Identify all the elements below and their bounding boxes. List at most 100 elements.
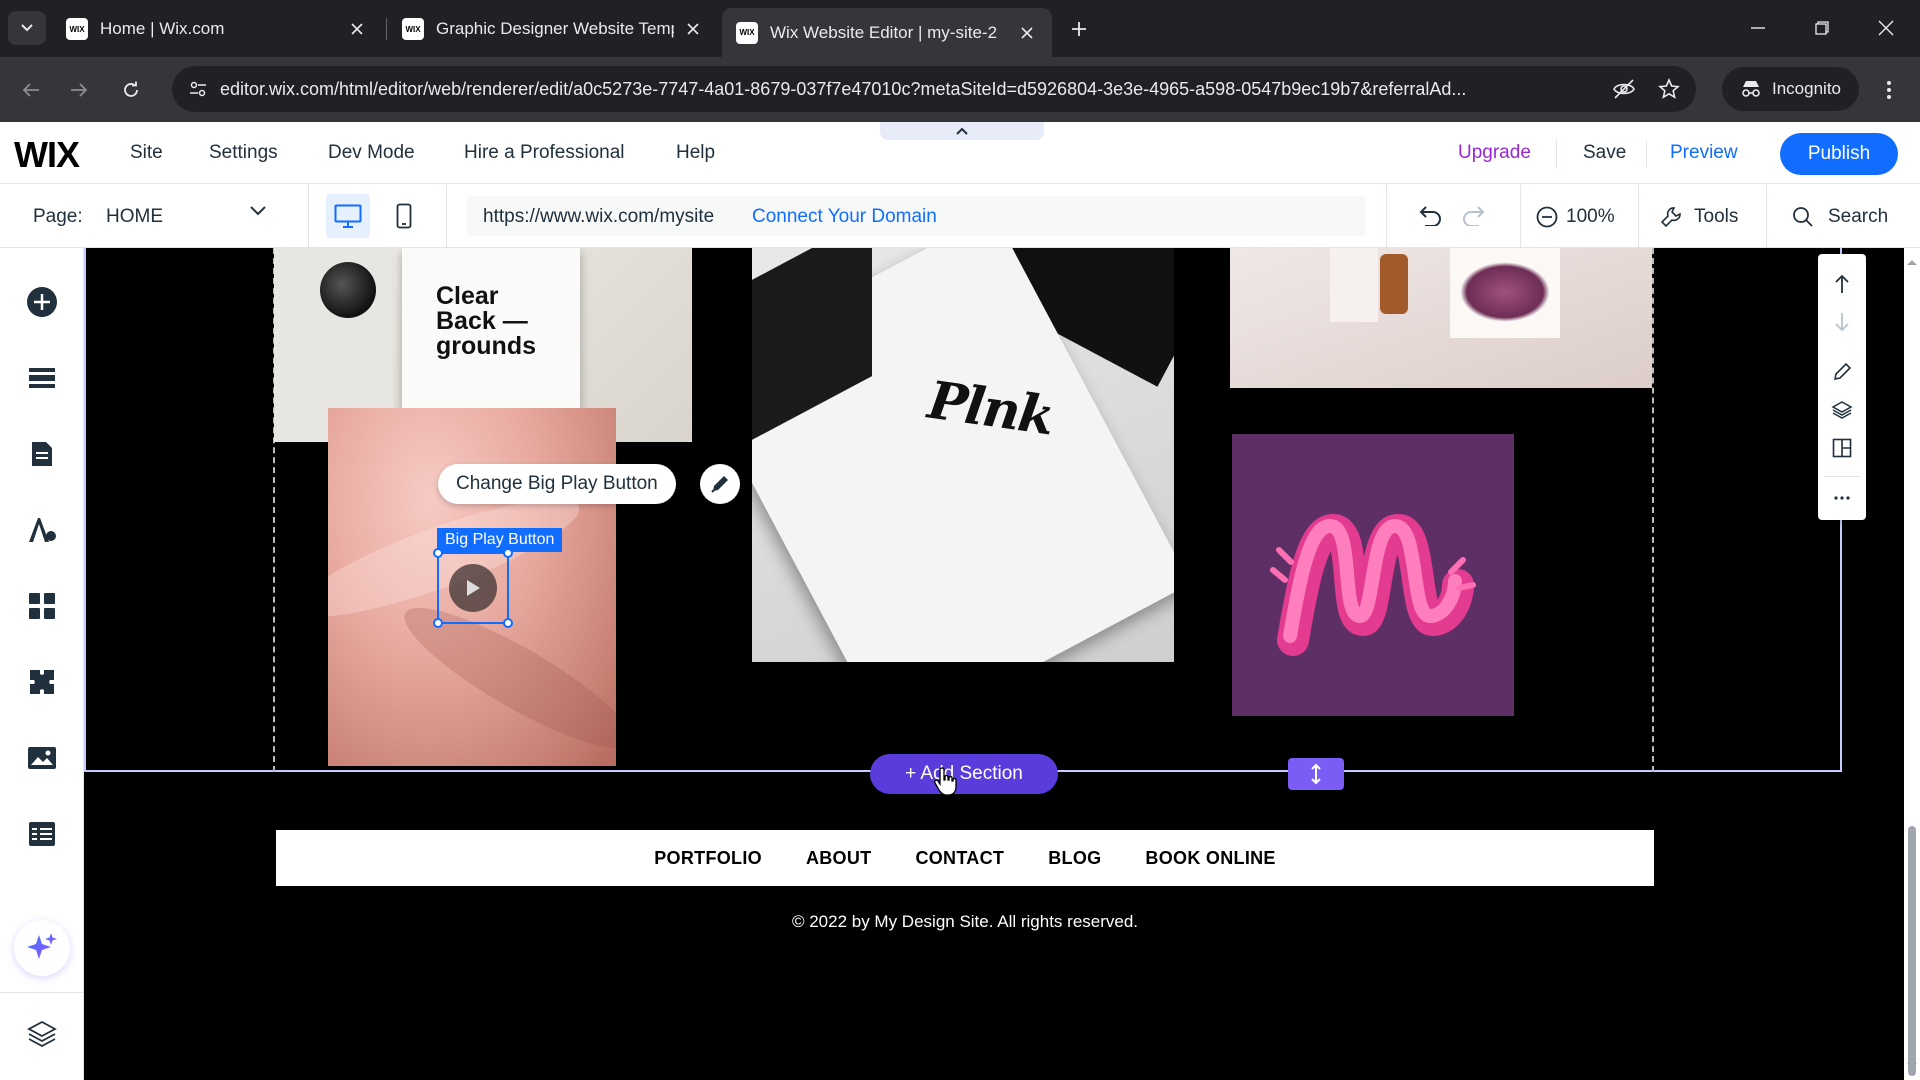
preview-button[interactable]: Preview — [1670, 142, 1738, 164]
gallery-image-m-logo[interactable] — [1232, 434, 1514, 716]
apps-grid-icon — [29, 593, 55, 619]
move-up-button[interactable] — [1826, 268, 1858, 300]
business-apps-button[interactable] — [20, 660, 64, 704]
eye-off-icon[interactable] — [1612, 78, 1636, 100]
pencil-icon — [1833, 362, 1852, 381]
resize-handle[interactable] — [433, 618, 443, 628]
upgrade-link[interactable]: Upgrade — [1458, 142, 1531, 164]
resize-handle[interactable] — [503, 548, 513, 558]
publish-button[interactable]: Publish — [1780, 133, 1898, 175]
omnibox[interactable]: editor.wix.com/html/editor/web/renderer/… — [172, 66, 1696, 112]
chevron-down-icon[interactable] — [250, 206, 266, 216]
tab-title: Home | Wix.com — [100, 19, 225, 38]
tools-label: Tools — [1694, 206, 1739, 227]
browser-tab-home[interactable]: WIX Home | Wix.com — [52, 8, 382, 50]
incognito-indicator[interactable]: Incognito — [1722, 67, 1859, 111]
layers-button[interactable] — [20, 1012, 64, 1056]
browser-menu-button[interactable] — [1872, 73, 1906, 107]
tab-title: Wix Website Editor | my-site-2 — [770, 22, 998, 42]
footer-link-blog[interactable]: BLOG — [1048, 848, 1101, 869]
edit-section-button[interactable] — [1826, 356, 1858, 388]
divider — [1556, 140, 1557, 168]
big-play-button-selection[interactable] — [433, 548, 513, 628]
play-icon[interactable] — [449, 564, 497, 612]
undo-icon[interactable] — [1416, 204, 1442, 226]
zoom-control[interactable]: 100% — [1536, 206, 1615, 228]
design-pen-button[interactable] — [700, 464, 740, 504]
image-icon — [28, 747, 56, 769]
desktop-view-button[interactable] — [326, 194, 370, 238]
footer-link-book-online[interactable]: BOOK ONLINE — [1145, 848, 1275, 869]
editor-canvas[interactable]: Clear Back — grounds Big Play Button Cha… — [84, 248, 1844, 1080]
divider — [1824, 476, 1860, 477]
canvas-scrollbar[interactable] — [1904, 248, 1920, 1080]
browser-tab-editor[interactable]: WIX Wix Website Editor | my-site-2 — [722, 8, 1052, 57]
close-icon[interactable] — [346, 18, 368, 40]
restore-button[interactable] — [1804, 12, 1840, 44]
search-button[interactable]: Search — [1792, 206, 1888, 228]
section-layout-button[interactable] — [1826, 432, 1858, 464]
menu-site[interactable]: Site — [130, 142, 163, 164]
add-section-button[interactable]: + Add Section — [870, 754, 1058, 794]
page-selector[interactable]: HOME — [106, 206, 163, 228]
browser-tab-template[interactable]: WIX Graphic Designer Website Temp — [388, 8, 718, 50]
menu-help[interactable]: Help — [676, 142, 715, 164]
scroll-up-icon — [1907, 260, 1917, 265]
save-button[interactable]: Save — [1583, 142, 1626, 164]
gallery-image-cosmetics[interactable] — [1230, 248, 1652, 388]
scroll-down-icon — [1907, 1063, 1917, 1068]
tools-button[interactable]: Tools — [1660, 206, 1738, 228]
footer-link-portfolio[interactable]: PORTFOLIO — [654, 848, 762, 869]
site-settings-icon[interactable] — [188, 79, 208, 99]
minimize-button[interactable] — [1740, 12, 1776, 44]
page-toolbar: Page: HOME https://www.wix.com/mysite Co… — [0, 184, 1920, 248]
menu-hire-professional[interactable]: Hire a Professional — [464, 142, 625, 164]
arrow-right-icon — [71, 83, 88, 97]
pages-button[interactable] — [20, 432, 64, 476]
scroll-thumb[interactable] — [1908, 826, 1916, 1076]
mobile-view-button[interactable] — [382, 194, 426, 238]
design-button[interactable] — [20, 508, 64, 552]
browser-address-bar: editor.wix.com/html/editor/web/renderer/… — [0, 57, 1920, 122]
add-elements-button[interactable] — [20, 280, 64, 324]
footer-link-about[interactable]: ABOUT — [806, 848, 872, 869]
media-button[interactable] — [20, 736, 64, 780]
gallery-image-notebook[interactable]: Plnk — [752, 248, 1174, 662]
connect-domain-link[interactable]: Connect Your Domain — [752, 206, 937, 228]
wrench-icon — [1660, 207, 1681, 228]
move-down-button[interactable] — [1826, 306, 1858, 338]
forward-button[interactable] — [62, 73, 96, 107]
wix-top-bar: WIX Site Settings Dev Mode Hire a Profes… — [0, 122, 1920, 184]
collapse-toolbar-button[interactable] — [880, 122, 1044, 140]
section-height-handle[interactable] — [1288, 758, 1344, 790]
sections-button[interactable] — [20, 356, 64, 400]
footer-link-contact[interactable]: CONTACT — [915, 848, 1004, 869]
cms-button[interactable] — [20, 812, 64, 856]
reload-button[interactable] — [114, 73, 148, 107]
divider — [446, 184, 447, 248]
back-button[interactable] — [14, 73, 48, 107]
resize-handle[interactable] — [503, 618, 513, 628]
change-big-play-button[interactable]: Change Big Play Button — [438, 464, 676, 504]
apps-button[interactable] — [20, 584, 64, 628]
more-horizontal-icon — [1834, 496, 1850, 500]
close-icon — [1878, 20, 1894, 36]
zoom-out-icon — [1536, 206, 1558, 228]
close-window-button[interactable] — [1868, 12, 1904, 44]
tab-search-button[interactable] — [8, 11, 46, 45]
redo-icon[interactable] — [1462, 204, 1488, 226]
menu-settings[interactable]: Settings — [209, 142, 278, 164]
bookmark-star-icon[interactable] — [1658, 78, 1680, 100]
wix-logo[interactable]: WIX — [14, 134, 80, 176]
resize-handle[interactable] — [433, 548, 443, 558]
arrow-up-icon — [1835, 274, 1849, 293]
section-layers-button[interactable] — [1826, 394, 1858, 426]
ai-assistant-button[interactable] — [14, 920, 70, 976]
menu-dev-mode[interactable]: Dev Mode — [328, 142, 415, 164]
close-icon[interactable] — [1016, 22, 1038, 44]
chevron-up-icon — [956, 127, 968, 135]
more-actions-button[interactable] — [1826, 482, 1858, 514]
search-label: Search — [1828, 206, 1889, 227]
new-tab-button[interactable] — [1064, 14, 1094, 44]
close-icon[interactable] — [682, 18, 704, 40]
